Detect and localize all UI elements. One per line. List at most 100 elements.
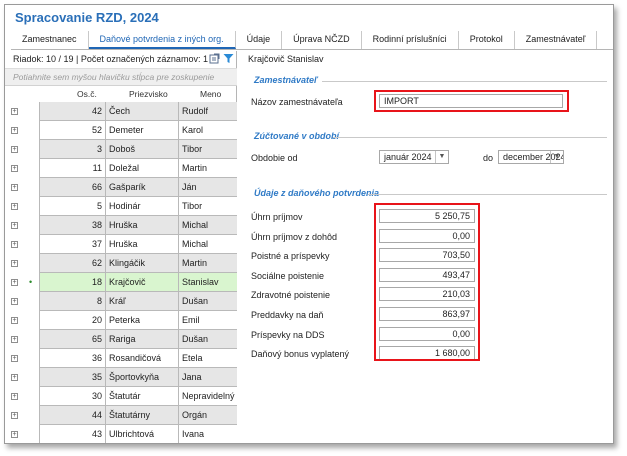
section-title-period: Zúčtované v období	[254, 131, 340, 141]
tax-field-label: Príspevky na DDS	[251, 329, 325, 340]
tab-zamestnavatel[interactable]: Zamestnávateľ	[515, 31, 598, 49]
column-header-num[interactable]: Os.č.	[77, 89, 97, 99]
table-row[interactable]: +62 Klingáčik Martin	[5, 254, 237, 273]
table-row[interactable]: + • 18 Krajčovič Stanislav	[5, 273, 237, 292]
expand-plus-icon[interactable]: +	[11, 127, 18, 134]
table-row[interactable]: +52 Demeter Karol	[5, 121, 237, 140]
cell-surname: Doboš	[106, 140, 179, 158]
expand-plus-icon[interactable]: +	[11, 184, 18, 191]
section-title-employer: Zamestnávateľ	[254, 75, 318, 85]
table-row[interactable]: +37 Hruška Michal	[5, 235, 237, 254]
column-header-name[interactable]: Meno	[200, 89, 221, 99]
table-row[interactable]: +3 Doboš Tibor	[5, 140, 237, 159]
cell-num: 44	[40, 406, 106, 424]
cell-name: Emil	[182, 315, 200, 325]
grid-status-text: Riadok: 10 / 19 | Počet označených zázna…	[13, 54, 208, 64]
cell-num: 5	[40, 197, 106, 215]
expand-plus-icon[interactable]: +	[11, 317, 18, 324]
table-row[interactable]: +35 Športovkyňa Jana	[5, 368, 237, 387]
cell-num: 65	[40, 330, 106, 348]
cell-surname: Kráľ	[106, 292, 179, 310]
table-row[interactable]: +36 Rosandičová Etela	[5, 349, 237, 368]
cell-num: 8	[40, 292, 106, 310]
export-icon[interactable]	[209, 53, 220, 69]
expand-plus-icon[interactable]: +	[11, 431, 18, 438]
table-row[interactable]: +43 Ulbrichtová Ivana	[5, 425, 237, 443]
section-title-tax: Údaje z daňového potvrdenia	[254, 188, 380, 198]
period-to-label: do	[483, 153, 494, 163]
group-by-hint[interactable]: Potiahnite sem myšou hlavičku stĺpca pre…	[5, 68, 237, 86]
cell-num: 37	[40, 235, 106, 253]
row-cells: 35 Športovkyňa Jana	[39, 368, 237, 387]
expand-plus-icon[interactable]: +	[11, 355, 18, 362]
table-row[interactable]: +66 Gašparík Ján	[5, 178, 237, 197]
employee-grid-panel: Riadok: 10 / 19 | Počet označených zázna…	[5, 51, 237, 443]
row-cells: 38 Hruška Michal	[39, 216, 237, 235]
cell-num: 30	[40, 387, 106, 405]
cell-name: Orgán	[182, 410, 208, 420]
table-row[interactable]: +30 Štatutár Nepravidelný	[5, 387, 237, 406]
expand-plus-icon[interactable]: +	[11, 146, 18, 153]
cell-name: Stanislav	[182, 277, 219, 287]
cell-surname: Športovkyňa	[106, 368, 179, 386]
cell-name: Dušan	[182, 334, 209, 344]
row-cells: 3 Doboš Tibor	[39, 140, 237, 159]
cell-name: Ivana	[182, 429, 205, 439]
table-row[interactable]: +44 Štatutárny Orgán	[5, 406, 237, 425]
cell-num: 42	[40, 102, 106, 120]
row-cells: 30 Štatutár Nepravidelný	[39, 387, 237, 406]
table-row[interactable]: +5 Hodinár Tibor	[5, 197, 237, 216]
cell-surname: Rosandičová	[106, 349, 179, 367]
table-row[interactable]: +8 Kráľ Dušan	[5, 292, 237, 311]
expand-plus-icon[interactable]: +	[11, 412, 18, 419]
period-to-select[interactable]: december 2024 ▼	[498, 150, 564, 164]
expand-plus-icon[interactable]: +	[11, 222, 18, 229]
table-row[interactable]: +20 Peterka Emil	[5, 311, 237, 330]
table-row[interactable]: +38 Hruška Michal	[5, 216, 237, 235]
expand-plus-icon[interactable]: +	[11, 393, 18, 400]
selected-employee-name: Krajčovič Stanislav	[248, 54, 324, 64]
tab-protokol[interactable]: Protokol	[459, 31, 515, 49]
expand-plus-icon[interactable]: +	[11, 374, 18, 381]
row-cells: 11 Doležal Martin	[39, 159, 237, 178]
table-row[interactable]: +42 Čech Rudolf	[5, 102, 237, 121]
tax-field-label: Daňový bonus vyplatený	[251, 349, 350, 360]
expand-plus-icon[interactable]: +	[11, 336, 18, 343]
highlight-tax-values	[374, 203, 480, 361]
expand-plus-icon[interactable]: +	[11, 165, 18, 172]
tax-field-label: Zdravotné poistenie	[251, 290, 331, 301]
cell-surname: Krajčovič	[106, 273, 179, 291]
tab-danove-potvrdenia[interactable]: Daňové potvrdenia z iných org.	[88, 31, 236, 49]
tax-field-label: Poistné a príspevky	[251, 251, 330, 262]
tab-zamestnanec[interactable]: Zamestnanec	[11, 31, 89, 49]
table-row[interactable]: +11 Doležal Martin	[5, 159, 237, 178]
expand-plus-icon[interactable]: +	[11, 108, 18, 115]
grid-body: +42 Čech Rudolf +52 Demeter Karol +3 Doboš Tibor…	[5, 102, 237, 443]
cell-name: Michal	[182, 239, 209, 249]
cell-name: Rudolf	[182, 106, 209, 116]
cell-num: 35	[40, 368, 106, 386]
expand-plus-icon[interactable]: +	[11, 203, 18, 210]
tab-uprava-nczd[interactable]: Úprava NČZD	[282, 31, 362, 49]
expand-plus-icon[interactable]: +	[11, 260, 18, 267]
period-from-select[interactable]: január 2024 ▼	[379, 150, 449, 164]
expand-plus-icon[interactable]: +	[11, 279, 18, 286]
table-row[interactable]: +65 Rariga Dušan	[5, 330, 237, 349]
cell-name: Dušan	[182, 296, 209, 306]
expand-plus-icon[interactable]: +	[11, 241, 18, 248]
cell-num: 38	[40, 216, 106, 234]
column-header-surname[interactable]: Priezvisko	[129, 89, 168, 99]
cell-surname: Demeter	[106, 121, 179, 139]
cell-surname: Klingáčik	[106, 254, 179, 272]
row-cells: 18 Krajčovič Stanislav	[39, 273, 237, 292]
row-cells: 44 Štatutárny Orgán	[39, 406, 237, 425]
chevron-down-icon[interactable]: ▼	[435, 151, 448, 163]
tab-bar: Zamestnanec Daňové potvrdenia z iných or…	[11, 30, 613, 50]
cell-name: Nepravidelný	[182, 391, 235, 401]
cell-surname: Rariga	[106, 330, 179, 348]
chevron-down-icon[interactable]: ▼	[550, 151, 563, 163]
tab-rodinni-prislusnici[interactable]: Rodinní príslušníci	[362, 31, 459, 49]
tab-udaje[interactable]: Údaje	[236, 31, 283, 49]
filter-icon[interactable]	[223, 53, 234, 69]
expand-plus-icon[interactable]: +	[11, 298, 18, 305]
